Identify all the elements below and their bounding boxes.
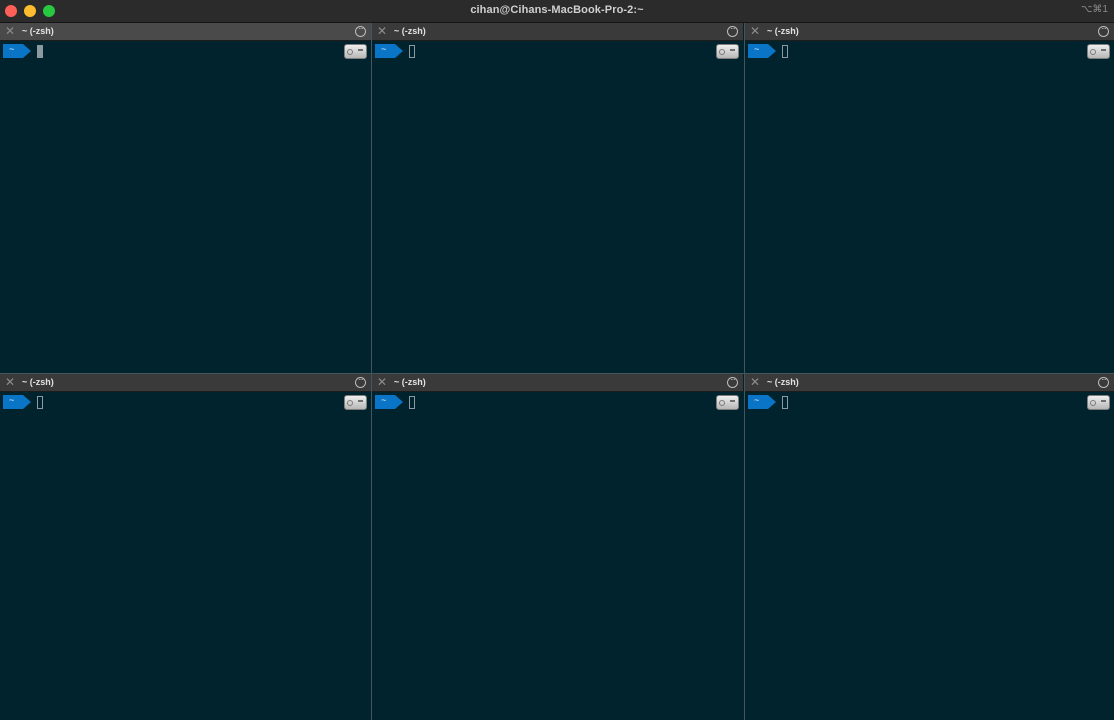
drive-icon: [344, 395, 367, 410]
ellipsis-circle-icon[interactable]: [1098, 374, 1109, 388]
drive-icon: [716, 395, 739, 410]
ellipsis-circle-icon[interactable]: [1098, 23, 1109, 37]
window-shortcut: ⌥⌘1: [1080, 4, 1108, 15]
pane-header[interactable]: ✕ ~ (-zsh): [372, 374, 743, 392]
terminal-cursor: [37, 45, 43, 58]
pane-title: ~ (-zsh): [22, 26, 54, 36]
terminal-cursor: [37, 396, 43, 409]
pane-header[interactable]: ✕ ~ (-zsh): [745, 23, 1114, 41]
drive-icon: [716, 44, 739, 59]
drive-icon: [344, 44, 367, 59]
pane-grid: ✕ ~ (-zsh) ~ ✕ ~ (-zsh): [0, 23, 1114, 720]
drive-icon: [1087, 395, 1110, 410]
ellipsis-circle-icon[interactable]: [727, 374, 738, 388]
window-title: cihan@Cihans-MacBook-Pro-2:~: [470, 4, 644, 16]
close-icon[interactable]: ✕: [377, 376, 389, 388]
prompt-arrow-icon: [3, 44, 31, 58]
pane-title: ~ (-zsh): [767, 377, 799, 387]
ellipsis-circle-icon[interactable]: [355, 23, 366, 37]
close-icon[interactable]: ✕: [5, 376, 17, 388]
prompt-path: ~: [9, 45, 15, 55]
ellipsis-circle-icon[interactable]: [727, 23, 738, 37]
terminal-window: cihan@Cihans-MacBook-Pro-2:~ ⌥⌘1 ✕ ~ (-z…: [0, 0, 1114, 720]
prompt-path: ~: [9, 396, 15, 406]
pane-title: ~ (-zsh): [767, 26, 799, 36]
pane-header[interactable]: ✕ ~ (-zsh): [745, 374, 1114, 392]
terminal-pane-6[interactable]: ✕ ~ (-zsh) ~: [745, 374, 1114, 720]
terminal-pane-2[interactable]: ✕ ~ (-zsh) ~: [372, 23, 743, 373]
terminal-cursor: [782, 396, 788, 409]
terminal-cursor: [409, 45, 415, 58]
ellipsis-circle-icon[interactable]: [355, 374, 366, 388]
pane-header[interactable]: ✕ ~ (-zsh): [372, 23, 743, 41]
prompt-arrow-icon: [375, 395, 403, 409]
terminal-cursor: [409, 396, 415, 409]
terminal-pane-1[interactable]: ✕ ~ (-zsh) ~: [0, 23, 371, 373]
vertical-pane-divider[interactable]: [744, 23, 745, 720]
pane-header[interactable]: ✕ ~ (-zsh): [0, 23, 371, 41]
pane-header[interactable]: ✕ ~ (-zsh): [0, 374, 371, 392]
pane-title: ~ (-zsh): [22, 377, 54, 387]
terminal-pane-4[interactable]: ✕ ~ (-zsh) ~: [0, 374, 371, 720]
prompt-arrow-icon: [748, 395, 776, 409]
prompt-path: ~: [754, 396, 760, 406]
close-icon[interactable]: ✕: [750, 25, 762, 37]
prompt-path: ~: [754, 45, 760, 55]
terminal-pane-3[interactable]: ✕ ~ (-zsh) ~: [745, 23, 1114, 373]
prompt-arrow-icon: [375, 44, 403, 58]
close-icon[interactable]: ✕: [750, 376, 762, 388]
prompt-arrow-icon: [748, 44, 776, 58]
terminal-cursor: [782, 45, 788, 58]
close-icon[interactable]: ✕: [377, 25, 389, 37]
drive-icon: [1087, 44, 1110, 59]
terminal-pane-5[interactable]: ✕ ~ (-zsh) ~: [372, 374, 743, 720]
pane-title: ~ (-zsh): [394, 26, 426, 36]
prompt-arrow-icon: [3, 395, 31, 409]
horizontal-pane-divider[interactable]: [0, 373, 1114, 374]
prompt-path: ~: [381, 396, 387, 406]
title-bar[interactable]: cihan@Cihans-MacBook-Pro-2:~ ⌥⌘1: [0, 0, 1114, 23]
pane-title: ~ (-zsh): [394, 377, 426, 387]
vertical-pane-divider[interactable]: [371, 23, 372, 720]
prompt-path: ~: [381, 45, 387, 55]
close-icon[interactable]: ✕: [5, 25, 17, 37]
